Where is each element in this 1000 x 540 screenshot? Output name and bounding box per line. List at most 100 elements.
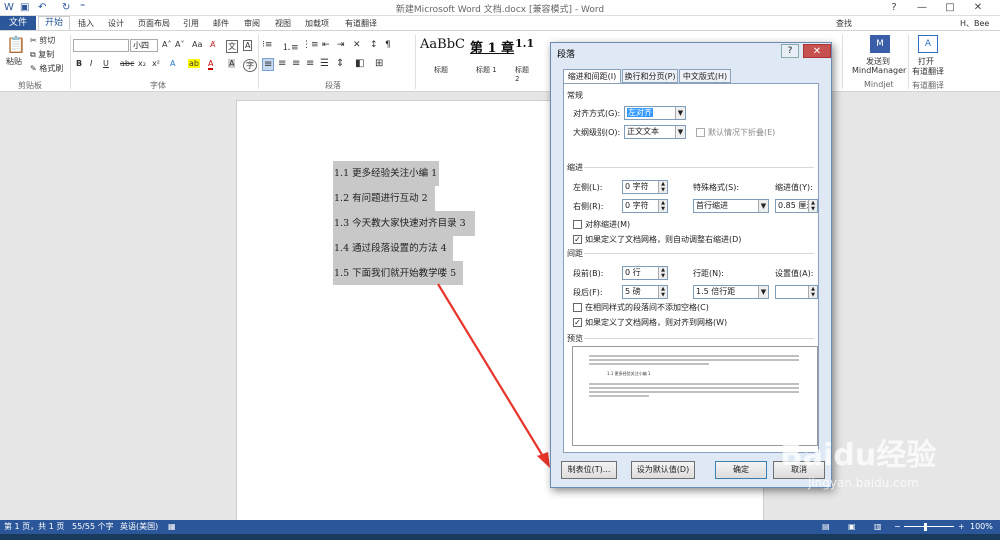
zoom-slider[interactable] — [904, 526, 954, 527]
paragraph-shading-icon[interactable]: ◧ — [355, 58, 364, 69]
spinner-icon[interactable]: ▲ ▼ — [808, 286, 817, 298]
tab-indents-spacing[interactable]: 缩进和间距(I) — [563, 69, 621, 84]
paste-button[interactable]: 粘贴 — [6, 56, 22, 67]
doc-line-5[interactable]: 1.5 下面我们就开始教学喽 5 — [333, 261, 463, 285]
left-indent-field[interactable]: 0 字符 ▲ ▼ — [622, 180, 668, 194]
zoom-out-icon[interactable]: − — [894, 520, 901, 534]
zoom-level[interactable]: 100% — [970, 520, 993, 534]
format-painter-button[interactable]: ✎ 格式刷 — [30, 63, 63, 74]
clear-format-icon[interactable]: A̸ — [210, 40, 215, 49]
tab-view[interactable]: 视图 — [275, 17, 291, 30]
mirror-checkbox[interactable] — [573, 220, 582, 229]
alignment-select[interactable]: 左对齐 ▼ — [624, 106, 686, 120]
grow-font-button[interactable]: A˄ — [162, 40, 171, 49]
underline-button[interactable]: U — [103, 59, 109, 68]
by-field[interactable]: 0.85 厘米 ▲ ▼ — [775, 199, 818, 213]
tab-file[interactable]: 文件 — [0, 16, 36, 30]
help-button[interactable]: ? — [880, 0, 908, 16]
font-size-field[interactable]: 小四 — [130, 39, 158, 52]
doc-line-2[interactable]: 1.2 有问题进行互动 2 — [333, 186, 435, 211]
change-case-button[interactable]: Aa — [192, 40, 202, 49]
ok-button[interactable]: 确定 — [715, 461, 767, 479]
strikethrough-button[interactable]: abc — [120, 59, 134, 68]
tab-asian-typography[interactable]: 中文版式(H) — [679, 69, 731, 83]
set-default-button[interactable]: 设为默认值(D) — [631, 461, 695, 479]
tab-insert[interactable]: 插入 — [78, 17, 94, 30]
word-count[interactable]: 55/55 个字 — [72, 520, 114, 534]
dialog-help-button[interactable]: ? — [781, 44, 799, 58]
spinner-icon[interactable]: ▲ ▼ — [808, 200, 817, 212]
zoom-slider-thumb[interactable] — [924, 523, 927, 531]
tab-layout[interactable]: 页面布局 — [138, 17, 170, 30]
bullets-icon[interactable]: ⁝≡ — [262, 40, 272, 50]
sort-icon[interactable]: ↕ — [370, 40, 378, 50]
paragraph-border-icon[interactable]: ⊞ — [375, 58, 383, 69]
zoom-in-icon[interactable]: + — [958, 520, 965, 534]
find-button[interactable]: 查找 — [836, 17, 852, 30]
char-border-button[interactable]: A — [243, 40, 253, 51]
tabs-button[interactable]: 制表位(T)... — [561, 461, 617, 479]
right-indent-field[interactable]: 0 字符 ▲ ▼ — [622, 199, 668, 213]
before-field[interactable]: 0 行 ▲ ▼ — [622, 266, 668, 280]
page-count[interactable]: 第 1 页，共 1 页 — [4, 520, 64, 534]
user-name[interactable]: H、Bee — [960, 17, 989, 30]
after-field[interactable]: 5 磅 ▲ ▼ — [622, 285, 668, 299]
multilevel-list-icon[interactable]: ⋮≡ — [302, 40, 319, 50]
spinner-icon[interactable]: ▲ ▼ — [658, 181, 667, 193]
paste-icon[interactable]: 📋 — [6, 35, 26, 54]
align-right-icon[interactable]: ≡ — [292, 58, 300, 69]
cut-button[interactable]: ✂ 剪切 — [30, 35, 55, 46]
dialog-close-button[interactable]: ✕ — [803, 44, 831, 58]
tab-home[interactable]: 开始 — [38, 16, 70, 30]
maximize-button[interactable]: □ — [936, 0, 964, 16]
show-marks-icon[interactable]: ¶ — [385, 40, 391, 50]
decrease-indent-icon[interactable]: ⇤ — [322, 40, 330, 50]
minimize-button[interactable]: — — [908, 0, 936, 16]
style-heading1[interactable]: 第 1 章标题 1 — [470, 37, 514, 74]
at-field[interactable]: ▲ ▼ — [775, 285, 818, 299]
spinner-icon[interactable]: ▲ ▼ — [658, 286, 667, 298]
phonetic-icon[interactable]: 文 — [226, 40, 238, 53]
special-select[interactable]: 首行缩进 ▼ — [693, 199, 769, 213]
increase-indent-icon[interactable]: ⇥ — [337, 40, 345, 50]
distribute-icon[interactable]: ☰ — [320, 58, 329, 69]
no-space-checkbox[interactable] — [573, 303, 582, 312]
tab-addins[interactable]: 加载项 — [305, 17, 329, 30]
read-mode-icon[interactable]: ▤ — [822, 520, 830, 534]
tab-mailings[interactable]: 邮件 — [213, 17, 229, 30]
shrink-font-button[interactable]: A˅ — [175, 40, 184, 49]
justify-icon[interactable]: ≡ — [306, 58, 314, 69]
style-heading2[interactable]: 1.1 标题 2 — [515, 37, 534, 83]
tab-line-page-breaks[interactable]: 换行和分页(P) — [622, 69, 678, 83]
doc-line-3[interactable]: 1.3 今天教大家快速对齐目录 3 — [333, 211, 475, 236]
close-button[interactable]: ✕ — [964, 0, 992, 16]
subscript-button[interactable]: x₂ — [138, 59, 146, 68]
web-layout-icon[interactable]: ▥ — [874, 520, 882, 534]
numbering-icon[interactable]: ⒈≡ — [282, 40, 299, 53]
tab-review[interactable]: 审阅 — [244, 17, 260, 30]
auto-adjust-checkbox[interactable]: ✓ — [573, 235, 582, 244]
tab-youdao[interactable]: 有道翻译 — [345, 17, 377, 30]
font-name-field[interactable] — [73, 39, 129, 52]
spinner-icon[interactable]: ▲ ▼ — [658, 267, 667, 279]
align-center-icon[interactable]: ≡ — [278, 58, 286, 69]
mindmanager-icon[interactable]: M — [870, 35, 890, 53]
collapse-checkbox[interactable] — [696, 128, 705, 137]
tab-design[interactable]: 设计 — [108, 17, 124, 30]
language[interactable]: 英语(美国) — [120, 520, 158, 534]
tab-references[interactable]: 引用 — [183, 17, 199, 30]
italic-button[interactable]: I — [90, 59, 92, 68]
spinner-icon[interactable]: ▲ ▼ — [658, 200, 667, 212]
align-left-icon[interactable]: ≡ — [262, 58, 275, 71]
style-normal[interactable]: AaBbC 标题 — [420, 37, 465, 74]
enclose-char-icon[interactable]: 字 — [243, 59, 257, 72]
font-color-button[interactable]: A — [208, 59, 214, 70]
youdao-translate-icon[interactable]: A — [918, 35, 938, 53]
macro-icon[interactable]: ▦ — [168, 520, 176, 534]
text-effect-button[interactable]: A — [170, 59, 175, 68]
bold-button[interactable]: B — [76, 59, 82, 68]
doc-line-4[interactable]: 1.4 通过段落设置的方法 4 — [333, 236, 453, 261]
copy-button[interactable]: ⧉ 复制 — [30, 49, 54, 60]
line-spacing-select[interactable]: 1.5 倍行距 ▼ — [693, 285, 769, 299]
char-shading-button[interactable]: A — [228, 59, 236, 68]
